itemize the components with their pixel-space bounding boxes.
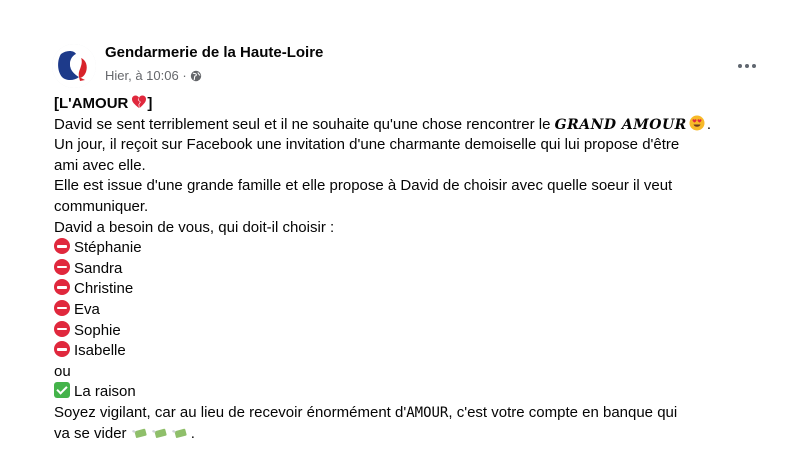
dot <box>752 64 756 68</box>
paragraph-line: ou <box>54 362 766 383</box>
globe-icon[interactable] <box>190 70 202 82</box>
dot <box>745 64 749 68</box>
no-entry-icon <box>54 279 70 296</box>
list-item-label: Isabelle <box>74 342 126 360</box>
list-item-label: Stéphanie <box>74 239 142 257</box>
post-title-line: [L'AMOUR ] <box>54 94 766 115</box>
list-item: Isabelle <box>54 341 766 362</box>
paragraph-line: Soyez vigilant, car au lieu de recevoir … <box>54 403 766 424</box>
post-timestamp[interactable]: Hier, à 10:06 · <box>105 68 187 83</box>
list-item: Christine <box>54 279 766 300</box>
paragraph-text: , c'est votre compte en banque qui <box>448 403 678 421</box>
list-item-label: Sophie <box>74 321 121 339</box>
paragraph-text: Elle est issue d'une grande famille et e… <box>54 177 673 195</box>
more-options-button[interactable] <box>732 56 762 76</box>
post-header: Gendarmerie de la Haute-Loire Hier, à 10… <box>52 40 762 90</box>
list-item-label: Eva <box>74 300 100 318</box>
paragraph-text: Soyez vigilant, car au lieu de recevoir … <box>54 403 407 421</box>
no-entry-icon <box>54 258 70 275</box>
paragraph-text: communiquer. <box>54 197 149 215</box>
grand-amour-text: GRAND AMOUR <box>554 116 687 133</box>
list-item: La raison <box>54 382 766 403</box>
money-with-wings-icon <box>151 428 167 438</box>
no-entry-icon <box>54 299 70 316</box>
paragraph-line: David se sent terriblement seul et il ne… <box>54 115 766 136</box>
list-item: Sophie <box>54 320 766 342</box>
post-meta: Hier, à 10:06 · <box>105 68 202 83</box>
broken-heart-icon <box>132 95 147 108</box>
paragraph-line: Elle est issue d'une grande famille et e… <box>54 176 766 197</box>
heart-eyes-emoji-icon <box>689 115 705 131</box>
list-item-label: Christine <box>74 280 134 298</box>
check-mark-icon <box>54 382 70 399</box>
paragraph-text: ami avec elle. <box>54 156 146 174</box>
list-item-label: Sandra <box>74 259 123 277</box>
paragraph-text: va se vider <box>54 424 127 442</box>
post-title-close: ] <box>147 95 153 112</box>
money-with-wings-icon <box>171 428 187 438</box>
paragraph-line: ami avec elle. <box>54 156 766 177</box>
paragraph-line: Un jour, il reçoit sur Facebook une invi… <box>54 135 766 156</box>
paragraph-line: David a besoin de vous, qui doit-il choi… <box>54 218 766 239</box>
no-entry-icon <box>54 238 70 255</box>
paragraph-line: communiquer. <box>54 197 766 218</box>
list-item: Eva <box>54 299 766 321</box>
no-entry-icon <box>54 341 70 358</box>
paragraph-text-end: . <box>190 424 195 442</box>
paragraph-text: David se sent terriblement seul et il ne… <box>54 115 551 133</box>
list-item: Sandra <box>54 258 766 280</box>
paragraph-text: David a besoin de vous, qui doit-il choi… <box>54 218 335 236</box>
or-text: ou <box>54 362 71 380</box>
amour-text: AMOUR <box>406 404 449 421</box>
dot <box>738 64 742 68</box>
list-item: Stéphanie <box>54 238 766 259</box>
facebook-post: Gendarmerie de la Haute-Loire Hier, à 10… <box>0 0 785 456</box>
money-with-wings-icon <box>131 428 147 438</box>
paragraph-line: va se vider . <box>54 424 766 445</box>
post-title: [L'AMOUR <box>54 95 129 112</box>
paragraph-text-end: . <box>706 115 711 133</box>
marianne-logo-icon <box>52 44 96 88</box>
page-avatar[interactable] <box>52 44 96 88</box>
paragraph-text: Un jour, il reçoit sur Facebook une invi… <box>54 136 680 154</box>
no-entry-icon <box>54 320 70 337</box>
post-text: [L'AMOUR ] David se sent terriblement se… <box>54 94 766 444</box>
list-item-label: La raison <box>74 383 136 401</box>
page-name-link[interactable]: Gendarmerie de la Haute-Loire <box>105 44 323 61</box>
